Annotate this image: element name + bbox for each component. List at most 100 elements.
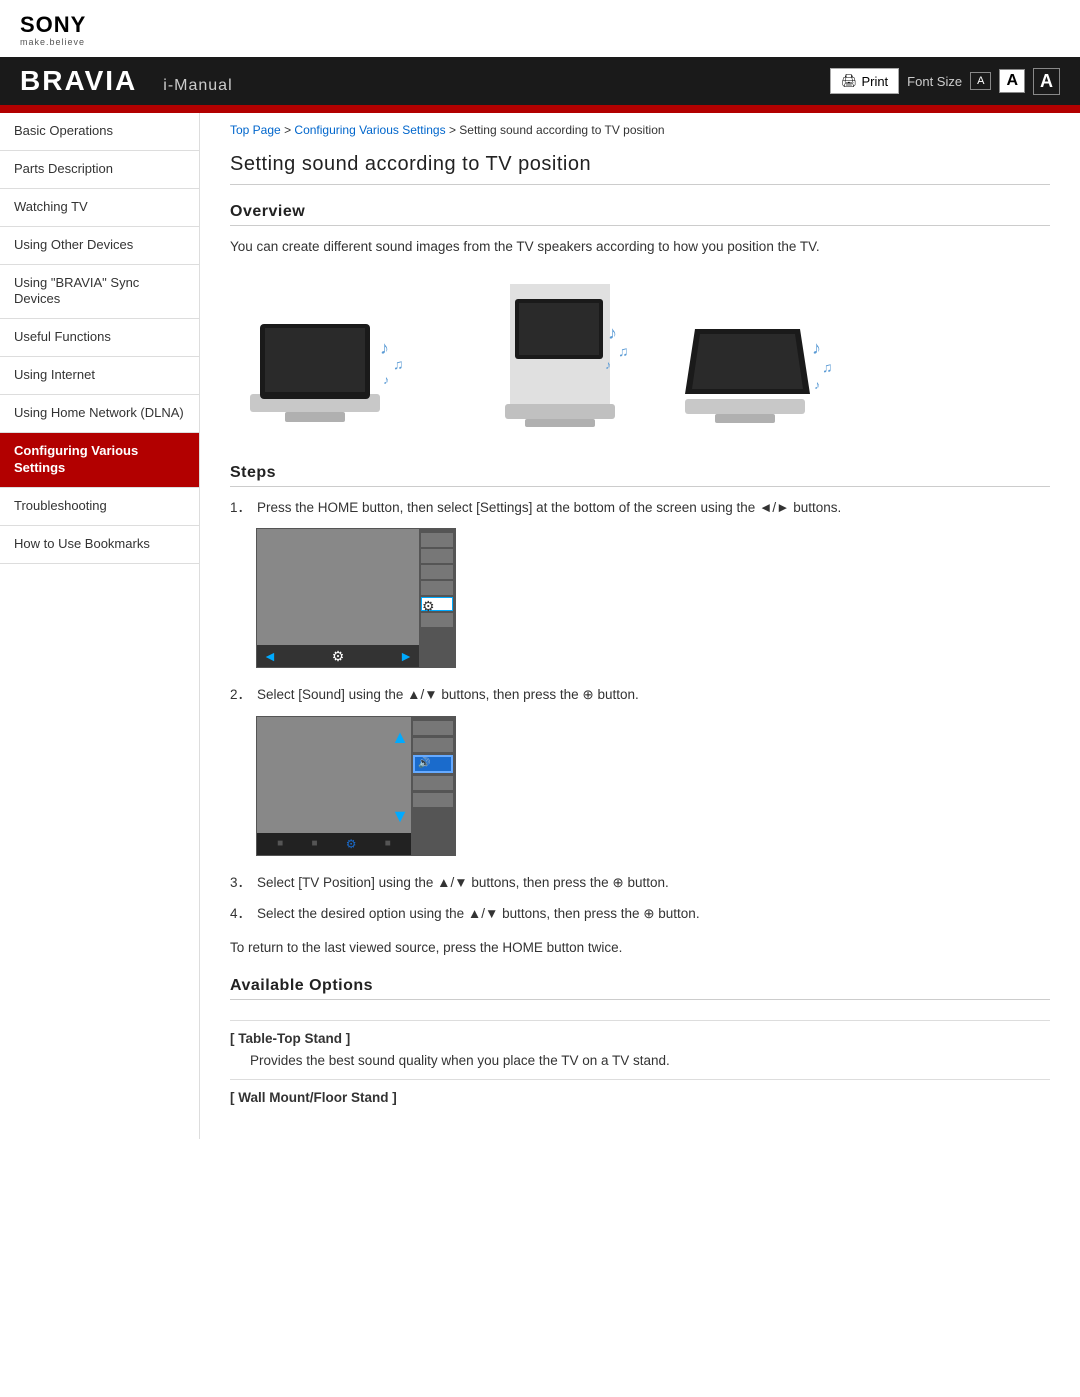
breadcrumb-current: Setting sound according to TV position	[459, 123, 664, 137]
menu-item-selected: ⚙	[421, 597, 453, 611]
return-note: To return to the last viewed source, pre…	[230, 937, 1050, 959]
menu-item-3	[421, 565, 453, 579]
font-size-small-button[interactable]: A	[970, 72, 991, 90]
sidebar-item-watching-tv[interactable]: Watching TV	[0, 189, 199, 227]
step-2-num: 2．	[230, 684, 251, 706]
svg-text:♪: ♪	[812, 338, 821, 358]
menu-item-4	[421, 581, 453, 595]
down-arrow-icon: ▼	[391, 806, 409, 827]
print-icon: 🖨	[841, 73, 858, 89]
step-1-num: 1．	[230, 497, 251, 519]
right-panel-2: 🔊	[411, 717, 455, 855]
sidebar: Basic Operations Parts Description Watch…	[0, 113, 200, 1139]
main-layout: Basic Operations Parts Description Watch…	[0, 113, 1080, 1139]
bb-item-2: ■	[311, 838, 317, 849]
step-1: 1． Press the HOME button, then select [S…	[230, 497, 1050, 519]
font-size-label: Font Size	[907, 74, 962, 89]
font-size-large-button[interactable]: A	[1033, 68, 1060, 95]
sidebar-item-home-network[interactable]: Using Home Network (DLNA)	[0, 395, 199, 433]
option-1-title: [ Table-Top Stand ]	[230, 1020, 1050, 1046]
sidebar-item-using-other-devices[interactable]: Using Other Devices	[0, 227, 199, 265]
tagline: make.believe	[20, 37, 1060, 47]
sidebar-item-useful-functions[interactable]: Useful Functions	[0, 319, 199, 357]
option-section: [ Table-Top Stand ] Provides the best so…	[230, 1020, 1050, 1106]
sidebar-item-bravia-sync[interactable]: Using "BRAVIA" Sync Devices	[0, 265, 199, 320]
rp-item-4	[413, 793, 453, 807]
rp-item-sound: 🔊	[413, 755, 453, 773]
rp-item-2	[413, 738, 453, 752]
sony-logo: SONY	[20, 14, 1060, 36]
content-area: Top Page > Configuring Various Settings …	[200, 113, 1080, 1139]
screen-mockup-2: 🔊 ▲ ▼ ■ ■ ⚙ ■	[256, 716, 456, 856]
menu-item-2	[421, 549, 453, 563]
settings-icon-2: ⚙	[346, 837, 357, 851]
step-3: 3． Select [TV Position] using the ▲/▼ bu…	[230, 872, 1050, 894]
tv-illustration-1: ♪ ♫ ♪	[230, 284, 430, 444]
svg-text:♪: ♪	[383, 373, 389, 387]
arrow-right-icon: ►	[399, 648, 413, 664]
steps-list-2: 2． Select [Sound] using the ▲/▼ buttons,…	[230, 684, 1050, 706]
breadcrumb-configuring[interactable]: Configuring Various Settings	[294, 123, 445, 137]
breadcrumb: Top Page > Configuring Various Settings …	[230, 123, 1050, 137]
svg-text:♪: ♪	[380, 338, 389, 358]
bottom-bar-1: ◄ ⚙ ►	[257, 645, 419, 667]
steps-heading: Steps	[230, 464, 1050, 487]
settings-icon: ⚙	[332, 648, 345, 665]
svg-text:♪: ♪	[605, 358, 611, 372]
svg-text:♫: ♫	[393, 356, 404, 372]
sidebar-item-using-internet[interactable]: Using Internet	[0, 357, 199, 395]
logo-section: BRAVIA i-Manual	[20, 65, 233, 97]
bb-item-3: ■	[385, 838, 391, 849]
menu-item-5	[421, 613, 453, 627]
available-heading: Available Options	[230, 977, 1050, 1000]
rp-item-1	[413, 721, 453, 735]
bravia-logo: BRAVIA	[20, 65, 137, 97]
tv-illustrations: ♪ ♫ ♪ ♪ ♫ ♪	[230, 274, 1050, 444]
tv-illustration-2: ♪ ♫ ♪	[450, 274, 650, 444]
step-2: 2． Select [Sound] using the ▲/▼ buttons,…	[230, 684, 1050, 706]
right-panel-1: ⚙	[419, 529, 455, 667]
red-stripe	[0, 105, 1080, 113]
svg-text:♫: ♫	[618, 343, 629, 359]
page-title: Setting sound according to TV position	[230, 153, 1050, 185]
sidebar-item-troubleshooting[interactable]: Troubleshooting	[0, 488, 199, 526]
steps-list-3: 3． Select [TV Position] using the ▲/▼ bu…	[230, 872, 1050, 925]
tv-illustration-3: ♪ ♫ ♪	[670, 294, 850, 444]
print-label: Print	[861, 74, 888, 89]
step-2-text: Select [Sound] using the ▲/▼ buttons, th…	[257, 684, 639, 706]
bottom-bar-2: ■ ■ ⚙ ■	[257, 833, 411, 855]
arrow-left-icon: ◄	[263, 648, 277, 664]
step-3-num: 3．	[230, 872, 251, 894]
screen-mockup-1: ⚙ ◄ ⚙ ►	[256, 528, 456, 668]
breadcrumb-sep2: >	[449, 123, 459, 137]
breadcrumb-top-page[interactable]: Top Page	[230, 123, 281, 137]
steps-list: 1． Press the HOME button, then select [S…	[230, 497, 1050, 519]
svg-text:♫: ♫	[822, 359, 833, 375]
top-bar: BRAVIA i-Manual 🖨 Print Font Size A A A	[0, 57, 1080, 105]
sony-area: SONY make.believe	[0, 0, 1080, 57]
font-size-medium-button[interactable]: A	[999, 69, 1025, 93]
sidebar-item-parts-description[interactable]: Parts Description	[0, 151, 199, 189]
rp-item-3	[413, 776, 453, 790]
svg-text:♪: ♪	[608, 323, 617, 343]
menu-item-1	[421, 533, 453, 547]
bb-item-1: ■	[277, 838, 283, 849]
up-arrow-icon: ▲	[391, 727, 409, 748]
svg-text:♪: ♪	[814, 378, 820, 392]
sidebar-item-basic-operations[interactable]: Basic Operations	[0, 113, 199, 151]
option-2-title: [ Wall Mount/Floor Stand ]	[230, 1079, 1050, 1105]
sidebar-item-bookmarks[interactable]: How to Use Bookmarks	[0, 526, 199, 564]
print-button[interactable]: 🖨 Print	[830, 68, 899, 94]
option-1-desc: Provides the best sound quality when you…	[230, 1050, 1050, 1072]
sidebar-item-configuring-settings[interactable]: Configuring Various Settings	[0, 433, 199, 488]
breadcrumb-sep1: >	[284, 123, 294, 137]
step-4: 4． Select the desired option using the ▲…	[230, 903, 1050, 925]
step-3-text: Select [TV Position] using the ▲/▼ butto…	[257, 872, 669, 894]
overview-text: You can create different sound images fr…	[230, 236, 1050, 258]
step-1-text: Press the HOME button, then select [Sett…	[257, 497, 841, 519]
header-controls: 🖨 Print Font Size A A A	[830, 68, 1060, 95]
sound-icon: 🔊	[418, 758, 430, 769]
step-4-num: 4．	[230, 903, 251, 925]
overview-heading: Overview	[230, 203, 1050, 226]
step-4-text: Select the desired option using the ▲/▼ …	[257, 903, 700, 925]
